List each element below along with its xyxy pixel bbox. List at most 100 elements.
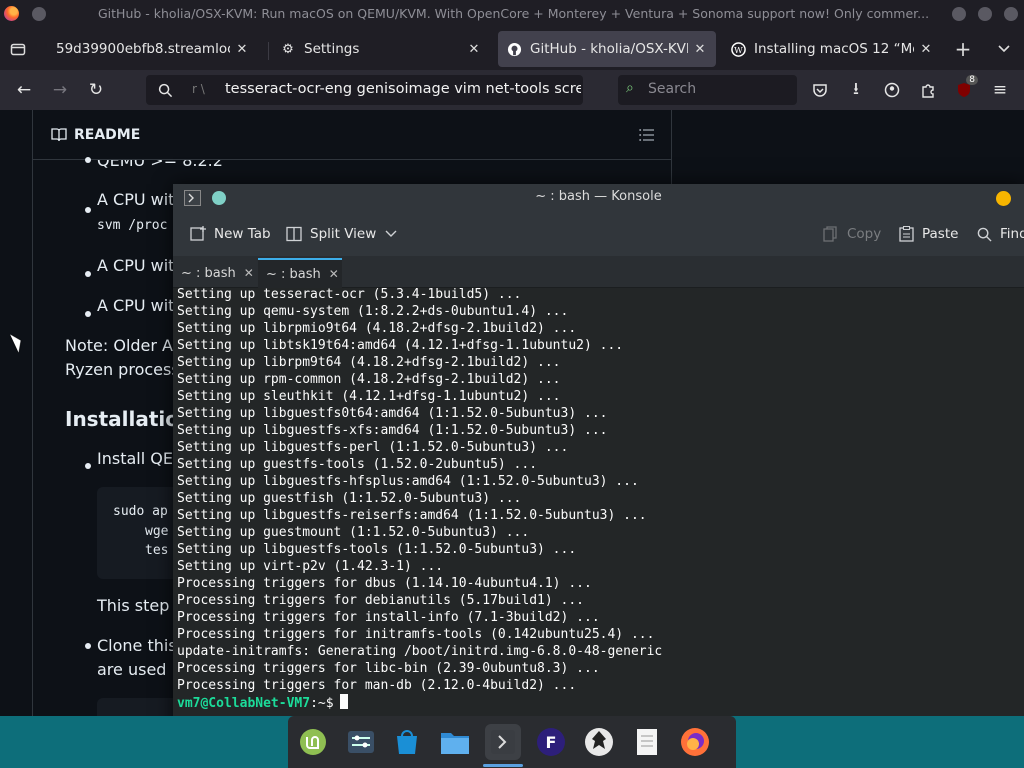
back-button[interactable]: ← (10, 76, 38, 104)
pocket-button[interactable] (806, 76, 834, 104)
svg-text:F: F (546, 733, 557, 752)
search-placeholder: Search (648, 81, 697, 97)
terminal-line: Setting up libguestfs-hfsplus:amd64 (1:1… (177, 474, 639, 489)
readme-line: A CPU with (97, 256, 185, 275)
konsole-tab-label: ~ : bash (266, 266, 321, 282)
terminal-line: Setting up librpm9t64 (4.18.2+dfsg-2.1bu… (177, 355, 561, 370)
account-button[interactable] (878, 76, 906, 104)
download-icon: ⭳ (853, 78, 859, 99)
search-icon (158, 83, 173, 98)
browser-titlebar: GitHub - kholia/OSX-KVM: Run macOS on QE… (0, 0, 1024, 28)
app-f-icon[interactable]: F (533, 724, 569, 760)
konsole-window: ~ : bash — Konsole New Tab Split View Co… (173, 184, 1024, 736)
tab-settings[interactable]: ⚙ Settings ✕ (272, 31, 490, 67)
hamburger-icon: ≡ (992, 80, 1008, 100)
konsole-tab-active[interactable]: ~ : bash ✕ (258, 258, 342, 288)
terminal-line: Setting up guestfs-tools (1.52.0-2ubuntu… (177, 457, 538, 472)
terminal-prompt[interactable]: vm7@CollabNet-VM7:~$ (177, 694, 348, 712)
code-line: wge (145, 524, 169, 539)
terminal-line: Setting up guestmount (1:1.52.0-5ubuntu3… (177, 525, 530, 540)
terminal-line: Setting up librpmio9t64 (4.18.2+dfsg-2.1… (177, 321, 577, 336)
window-title: GitHub - kholia/OSX-KVM: Run macOS on QE… (98, 6, 930, 21)
mint-menu-icon[interactable] (295, 724, 331, 760)
chevron-down-icon (385, 230, 397, 237)
app-menu-button[interactable]: ≡ (986, 76, 1014, 104)
github-icon (506, 41, 522, 57)
close-tab-icon[interactable]: ✕ (329, 267, 339, 281)
maximize-button[interactable] (978, 7, 992, 21)
reload-button[interactable]: ↻ (82, 76, 110, 104)
tab-wordpress[interactable]: W Installing macOS 12 “Mont ✕ (722, 31, 942, 67)
plus-icon: + (954, 37, 972, 61)
readme-line: Ryzen process (65, 360, 180, 379)
system-settings-icon[interactable] (343, 724, 379, 760)
find-button[interactable]: Find (977, 222, 1024, 246)
konsole-dock-icon[interactable] (485, 724, 521, 760)
minimize-button[interactable] (996, 191, 1011, 206)
outline-icon[interactable] (639, 128, 655, 142)
split-view-button[interactable]: Split View (286, 222, 397, 246)
konsole-tab[interactable]: ~ : bash ✕ (173, 258, 257, 288)
url-input[interactable]: tesseract-ocr-eng genisoimage vim net-to… (225, 81, 581, 97)
close-window-button[interactable] (1004, 7, 1018, 21)
puzzle-icon (922, 84, 934, 98)
gear-icon: ⚙ (282, 41, 294, 57)
readme-line: A CPU with (97, 190, 185, 209)
arrow-left-icon: ← (16, 80, 32, 100)
list-all-tabs-button[interactable] (988, 31, 1020, 67)
close-tab-icon[interactable]: ✕ (918, 42, 934, 57)
window-menu-icon[interactable] (32, 7, 46, 21)
minimize-button[interactable] (952, 7, 966, 21)
arrow-right-icon: → (52, 80, 68, 100)
copy-button[interactable]: Copy (823, 222, 881, 246)
terminal-line: update-initramfs: Generating /boot/initr… (177, 644, 663, 659)
konsole-toolbar: New Tab Split View Copy Paste Find (173, 212, 1024, 256)
forward-button[interactable]: → (46, 76, 74, 104)
firefox-view-button[interactable] (2, 31, 34, 67)
chevron-down-icon (998, 45, 1010, 53)
software-store-icon[interactable] (389, 724, 425, 760)
close-tab-icon[interactable]: ✕ (234, 42, 250, 57)
terminal-line: Setting up libguestfs0t64:amd64 (1:1.52.… (177, 406, 608, 421)
terminal-line: Setting up tesseract-ocr (5.3.4-1build5)… (177, 288, 522, 302)
readme-line: Note: Older AM (65, 336, 187, 355)
terminal-line: Setting up libguestfs-xfs:amd64 (1:1.52.… (177, 423, 608, 438)
code-line: tes (145, 543, 169, 558)
split-view-icon (286, 226, 302, 242)
text-editor-icon[interactable] (629, 724, 665, 760)
terminal-line: Setting up rpm-common (4.18.2+dfsg-2.1bu… (177, 372, 561, 387)
konsole-title: ~ : bash — Konsole (535, 189, 662, 204)
close-tab-icon[interactable]: ✕ (244, 266, 254, 280)
downloads-button[interactable]: ⭳ (842, 76, 870, 104)
pocket-icon (813, 84, 827, 97)
new-tab-button[interactable]: New Tab (190, 222, 271, 246)
readme-line: are used i (97, 660, 176, 679)
new-tab-button[interactable]: + (947, 31, 979, 67)
terminal-line: Processing triggers for install-info (7.… (177, 610, 600, 625)
tab-streamlock[interactable]: 59d39900ebfb8.streamlock.n ✕ (48, 31, 258, 67)
readme-line: A CPU with (97, 296, 185, 315)
terminal-line: Setting up guestfish (1:1.52.0-5ubuntu3)… (177, 491, 522, 506)
tab-label: Settings (304, 41, 360, 57)
inkscape-icon[interactable] (581, 724, 617, 760)
code-line: sudo ap (113, 504, 168, 519)
files-folder-icon[interactable] (437, 724, 473, 760)
split-view-label: Split View (310, 226, 377, 242)
url-bar[interactable]: r \ tesseract-ocr-eng genisoimage vim ne… (146, 75, 583, 105)
firefox-dock-icon[interactable] (677, 724, 713, 760)
firefox-icon (4, 6, 19, 21)
terminal-output[interactable]: Setting up tesseract-ocr (5.3.4-1build5)… (173, 288, 1024, 736)
close-tab-icon[interactable]: ✕ (692, 42, 708, 57)
paste-button[interactable]: Paste (899, 222, 958, 246)
terminal-line: Setting up libguestfs-perl (1:1.52.0-5ub… (177, 440, 569, 455)
wordpress-icon: W (730, 41, 746, 57)
prompt-suffix: :~$ (310, 696, 334, 711)
close-tab-icon[interactable]: ✕ (466, 42, 482, 57)
search-input[interactable]: ⌕ Search (618, 75, 797, 105)
search-engine-icon[interactable]: ⌕ (626, 80, 634, 96)
extensions-button[interactable] (914, 76, 942, 104)
ublock-button[interactable]: 8 (950, 75, 978, 104)
tab-strip: 59d39900ebfb8.streamlock.n ✕ ⚙ Settings … (0, 28, 1024, 70)
text-cursor (339, 694, 348, 709)
tab-github[interactable]: GitHub - kholia/OSX-KVM: ✕ (498, 31, 716, 67)
